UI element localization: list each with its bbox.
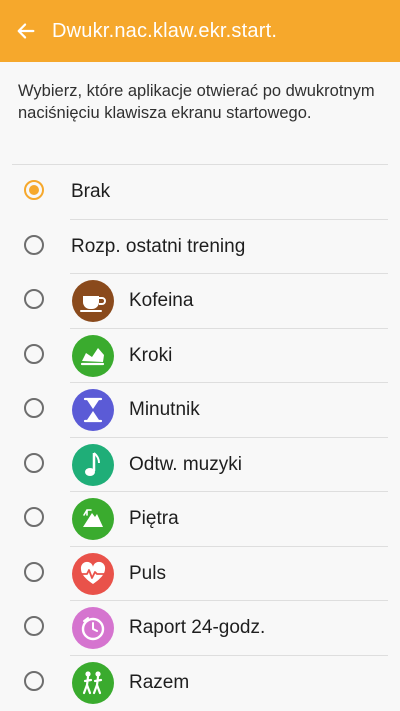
option-kroki[interactable]: Kroki: [0, 329, 400, 383]
timer-report-icon: [72, 607, 114, 650]
back-button[interactable]: [0, 0, 52, 62]
coffee-cup-icon: [72, 280, 114, 323]
option-label: Odtw. muzyki: [129, 453, 242, 475]
radio-button[interactable]: [24, 234, 44, 255]
option-label: Razem: [129, 671, 190, 693]
radio-button[interactable]: [24, 670, 44, 691]
radio-button[interactable]: [24, 616, 44, 637]
option-label: Raport 24-godz.: [129, 617, 266, 639]
option-minutnik[interactable]: Minutnik: [0, 383, 400, 438]
option-pietra[interactable]: Piętra: [0, 492, 400, 547]
radio-button[interactable]: [24, 398, 44, 419]
radio-button[interactable]: [24, 452, 44, 473]
option-last-workout[interactable]: Rozp. ostatni trening: [0, 220, 400, 274]
option-kofeina[interactable]: Kofeina: [0, 274, 400, 329]
radio-button[interactable]: [24, 507, 44, 528]
music-note-icon: [72, 443, 114, 486]
option-puls[interactable]: Puls: [0, 547, 400, 601]
option-odtw-muzyki[interactable]: Odtw. muzyki: [0, 438, 400, 492]
heart-pulse-icon: [72, 552, 114, 595]
option-label: Puls: [129, 562, 166, 584]
radio-button[interactable]: [24, 289, 44, 310]
option-label: Kroki: [129, 344, 173, 366]
option-label: Rozp. ostatni trening: [71, 235, 246, 257]
radio-button[interactable]: [24, 561, 44, 582]
radio-button[interactable]: [24, 343, 44, 364]
options-list: Brak Rozp. ostatni trening Kofeina Kroki: [0, 165, 400, 710]
shoe-icon: [72, 334, 114, 377]
radio-button[interactable]: [24, 180, 44, 201]
option-brak[interactable]: Brak: [0, 165, 400, 220]
page-title: Dwukr.nac.klaw.ekr.start.: [52, 19, 278, 42]
option-raport-24[interactable]: Raport 24-godz.: [0, 601, 400, 656]
option-label: Piętra: [129, 508, 179, 530]
option-label: Kofeina: [129, 290, 194, 312]
mountain-icon: [72, 498, 114, 541]
option-razem[interactable]: Razem: [0, 656, 400, 711]
app-bar: Dwukr.nac.klaw.ekr.start.: [0, 0, 400, 62]
walking-people-icon: [72, 661, 114, 704]
description-text: Wybierz, które aplikacje otwierać po dwu…: [18, 82, 375, 122]
option-label: Minutnik: [129, 399, 200, 421]
option-label: Brak: [71, 181, 111, 203]
arrow-left-icon: [17, 23, 35, 39]
hourglass-icon: [72, 389, 114, 432]
